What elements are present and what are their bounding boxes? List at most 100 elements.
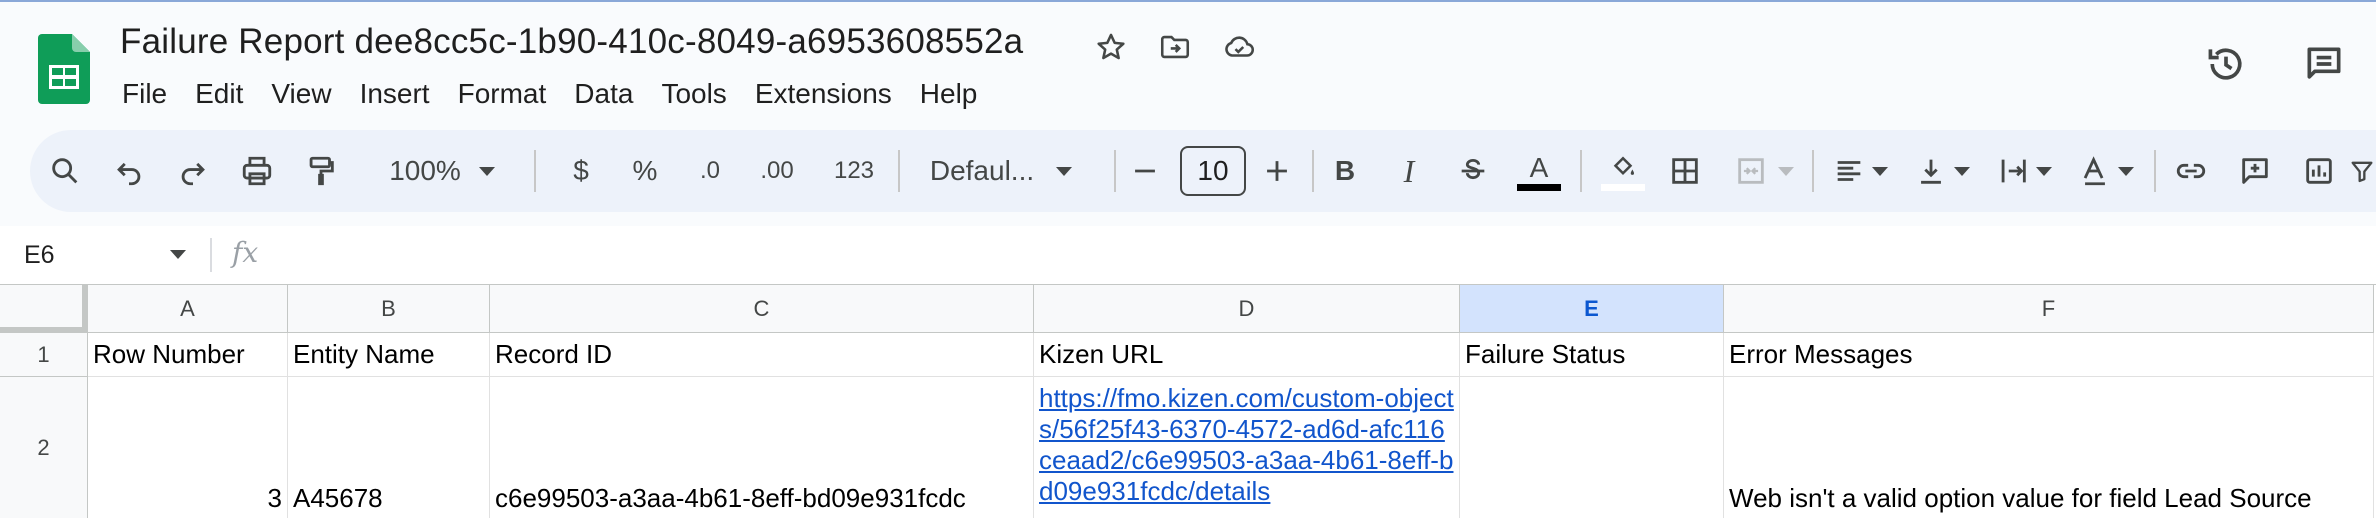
filter-icon[interactable]: [2348, 130, 2376, 212]
version-history-icon[interactable]: [2202, 40, 2250, 88]
chevron-down-icon: [1954, 166, 1970, 176]
bold-button[interactable]: B: [1320, 130, 1370, 212]
link-icon[interactable]: [2166, 130, 2216, 212]
column-header-f[interactable]: F: [1724, 285, 2374, 333]
menu-bar: File Edit View Insert Format Data Tools …: [108, 74, 991, 114]
undo-icon[interactable]: [104, 130, 154, 212]
fill-color-icon[interactable]: [1596, 130, 1650, 212]
document-title[interactable]: Failure Report dee8cc5c-1b90-410c-8049-a…: [120, 22, 1023, 62]
toolbar-divider: [2154, 150, 2156, 192]
menu-data[interactable]: Data: [560, 74, 647, 114]
column-header-b[interactable]: B: [288, 285, 490, 333]
menu-view[interactable]: View: [257, 74, 345, 114]
menu-insert[interactable]: Insert: [346, 74, 444, 114]
chevron-down-icon: [1872, 166, 1888, 176]
menu-tools[interactable]: Tools: [647, 74, 740, 114]
cloud-saved-icon[interactable]: [1220, 28, 1258, 66]
merge-cells-icon[interactable]: [1724, 130, 1804, 212]
text-color-button[interactable]: A: [1512, 130, 1566, 212]
cell-b2[interactable]: A45678: [288, 377, 490, 518]
column-header-c[interactable]: C: [490, 285, 1034, 333]
paint-format-icon[interactable]: [296, 130, 346, 212]
cell-d2[interactable]: https://fmo.kizen.com/custom-objects/56f…: [1034, 377, 1460, 518]
increase-font-size-icon[interactable]: [1252, 130, 1302, 212]
format-currency-button[interactable]: $: [556, 130, 606, 212]
star-icon[interactable]: [1092, 28, 1130, 66]
cell-b1[interactable]: Entity Name: [288, 333, 490, 377]
header: Failure Report dee8cc5c-1b90-410c-8049-a…: [0, 2, 2376, 126]
text-color-swatch: [1517, 184, 1561, 191]
formula-bar-divider: [210, 238, 212, 272]
vertical-align-icon[interactable]: [1902, 130, 1982, 212]
toolbar-divider: [1312, 150, 1314, 192]
cell-e1[interactable]: Failure Status: [1460, 333, 1724, 377]
decrease-font-size-icon[interactable]: [1120, 130, 1170, 212]
insert-comment-icon[interactable]: [2230, 130, 2280, 212]
italic-button[interactable]: I: [1384, 130, 1434, 212]
fill-color-swatch: [1601, 183, 1645, 191]
zoom-value: 100%: [389, 155, 461, 186]
print-icon[interactable]: [232, 130, 282, 212]
cell-d1[interactable]: Kizen URL: [1034, 333, 1460, 377]
decrease-decimal-label: .0: [699, 157, 720, 184]
decrease-decimal-button[interactable]: .0: [680, 130, 740, 212]
font-select[interactable]: Defaul...: [906, 130, 1096, 212]
text-rotation-icon[interactable]: [2066, 130, 2146, 212]
chevron-down-icon[interactable]: [170, 250, 186, 259]
font-size-input[interactable]: 10: [1180, 146, 1246, 196]
cell-c2[interactable]: c6e99503-a3aa-4b61-8eff-bd09e931fcdc: [490, 377, 1034, 518]
cell-a1[interactable]: Row Number: [88, 333, 288, 377]
text-wrap-icon[interactable]: [1984, 130, 2064, 212]
row-header-1[interactable]: 1: [0, 333, 88, 377]
toolbar-divider: [1812, 150, 1814, 192]
menu-file[interactable]: File: [108, 74, 181, 114]
strikethrough-icon[interactable]: [1448, 130, 1498, 212]
format-percent-button[interactable]: %: [620, 130, 670, 212]
fx-icon: fx: [232, 236, 259, 269]
percent-label: %: [632, 155, 658, 186]
sheets-logo-icon[interactable]: [38, 34, 90, 104]
cell-e2[interactable]: [1460, 377, 1724, 518]
select-all-corner[interactable]: [0, 285, 88, 333]
chevron-down-icon: [1778, 166, 1794, 176]
name-box[interactable]: E6: [24, 226, 55, 284]
cell-c1[interactable]: Record ID: [490, 333, 1034, 377]
align-left-icon[interactable]: [1820, 130, 1900, 212]
column-header-e[interactable]: E: [1460, 285, 1724, 333]
toolbar-divider: [1114, 150, 1116, 192]
search-icon[interactable]: [40, 130, 90, 212]
row-header-2[interactable]: 2: [0, 377, 88, 518]
zoom-select[interactable]: 100%: [382, 130, 502, 212]
redo-icon[interactable]: [168, 130, 218, 212]
chevron-down-icon: [2118, 166, 2134, 176]
increase-decimal-button[interactable]: .00: [742, 130, 812, 212]
more-formats-button[interactable]: 123: [814, 130, 894, 212]
borders-icon[interactable]: [1660, 130, 1710, 212]
cell-f1[interactable]: Error Messages: [1724, 333, 2374, 377]
menu-edit[interactable]: Edit: [181, 74, 257, 114]
column-header-a[interactable]: A: [88, 285, 288, 333]
cell-a2[interactable]: 3: [88, 377, 288, 518]
currency-label: $: [573, 155, 589, 186]
more-formats-label: 123: [833, 157, 875, 184]
insert-chart-icon[interactable]: [2294, 130, 2344, 212]
menu-format[interactable]: Format: [444, 74, 561, 114]
chevron-down-icon: [478, 166, 495, 176]
chevron-down-icon: [1056, 166, 1073, 176]
spreadsheet-grid: A B C D E F 1 2 Row Number Entity Name R…: [0, 284, 2376, 518]
cell-f2[interactable]: Web isn't a valid option value for field…: [1724, 377, 2374, 518]
bold-label: B: [1334, 155, 1356, 186]
toolbar-items: 100% $ % .0 .00 123 Defaul... 10 B I A: [30, 130, 2376, 212]
formula-input[interactable]: [290, 226, 2370, 284]
menu-help[interactable]: Help: [906, 74, 992, 114]
toolbar-divider: [534, 150, 536, 192]
increase-decimal-label: .00: [760, 157, 794, 184]
comments-icon[interactable]: [2300, 40, 2348, 88]
menu-extensions[interactable]: Extensions: [741, 74, 906, 114]
column-header-d[interactable]: D: [1034, 285, 1460, 333]
toolbar-divider: [898, 150, 900, 192]
formula-bar: E6 fx: [0, 226, 2376, 284]
toolbar-divider: [1580, 150, 1582, 192]
kizen-url-link[interactable]: https://fmo.kizen.com/custom-objects/56f…: [1039, 383, 1454, 507]
move-to-folder-icon[interactable]: [1156, 28, 1194, 66]
